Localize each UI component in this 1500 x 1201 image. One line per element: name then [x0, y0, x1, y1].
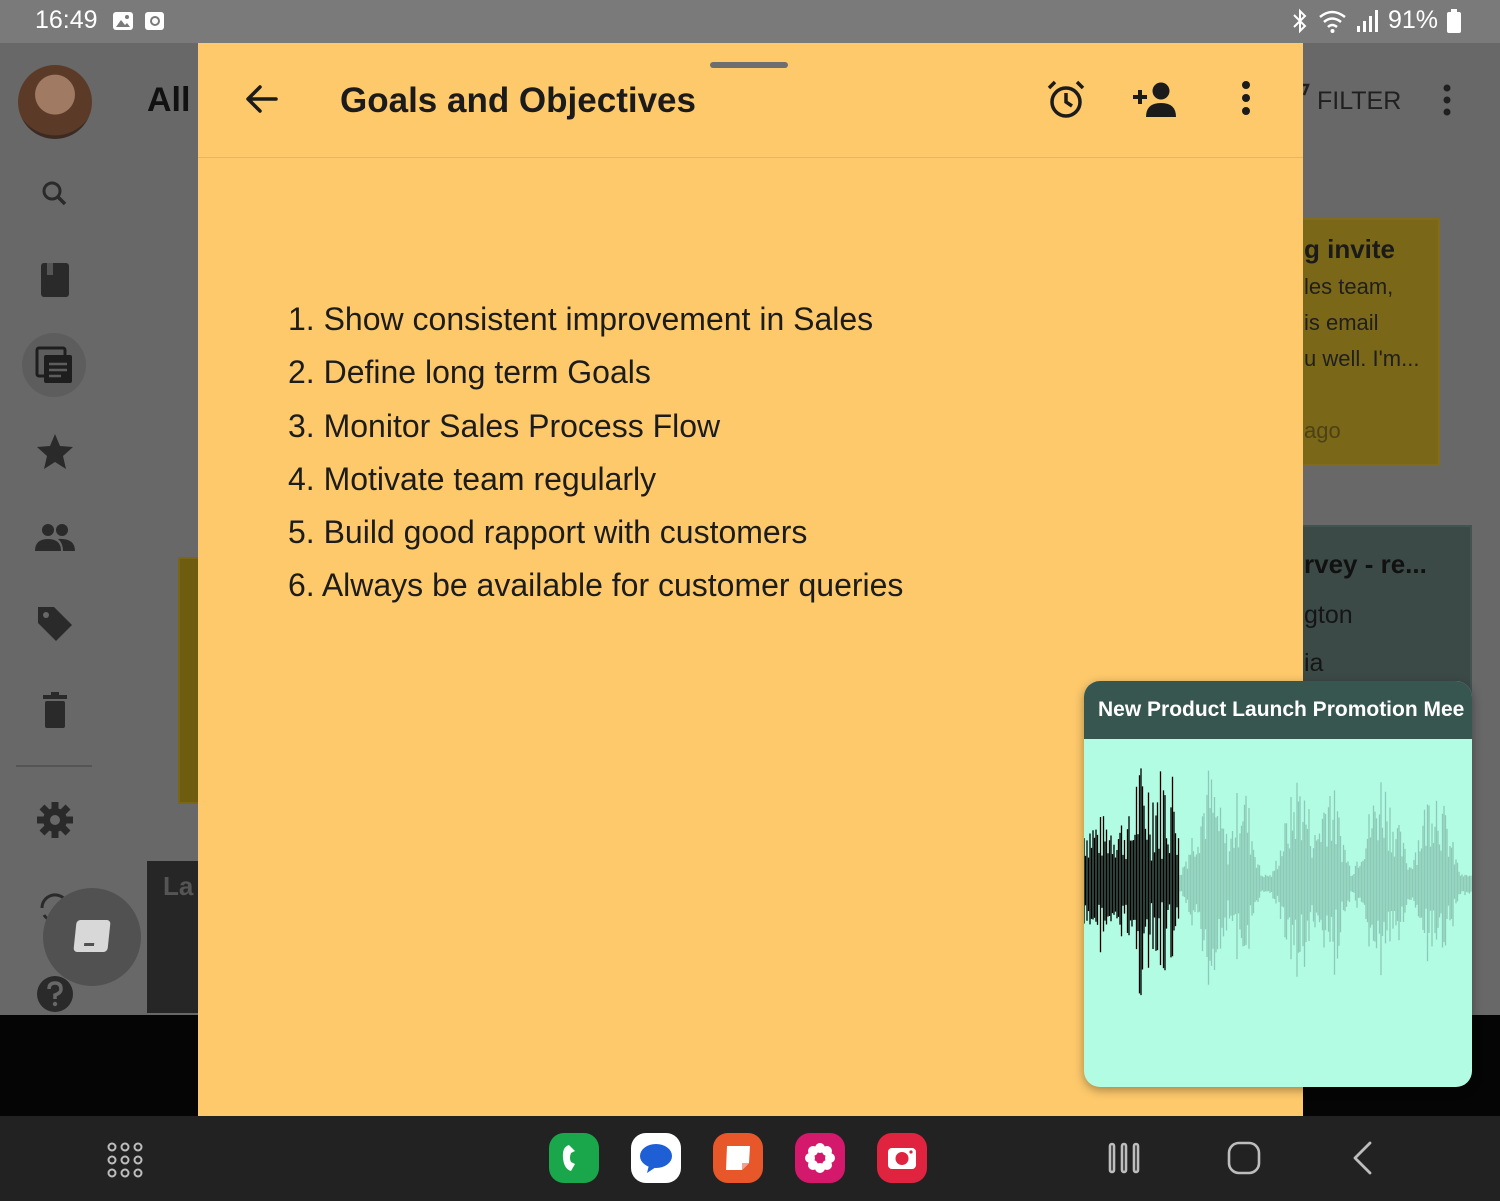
gallery-icon [113, 12, 133, 30]
search-icon[interactable] [34, 173, 76, 215]
notes-icon [726, 1146, 750, 1170]
signal-icon [1356, 9, 1378, 32]
note-body-list[interactable]: 1. Show consistent improvement in Sales … [288, 299, 903, 619]
note-title[interactable]: Goals and Objectives [340, 81, 696, 121]
people-icon[interactable] [34, 517, 76, 559]
all-notes-icon[interactable] [34, 345, 76, 387]
new-note-fab[interactable] [43, 888, 141, 986]
note-card-line: ia [1304, 649, 1324, 677]
notebook-icon[interactable] [34, 259, 76, 301]
star-icon[interactable] [34, 431, 76, 473]
battery-icon [1447, 8, 1461, 33]
back-icon[interactable] [1350, 1140, 1378, 1178]
note-card-invite[interactable]: g invite les team, is email u well. I'm.… [1290, 218, 1440, 466]
notes-app[interactable] [713, 1133, 763, 1183]
audio-header[interactable]: New Product Launch Promotion Mee [1084, 681, 1472, 739]
status-right: 91% [1290, 6, 1462, 35]
alarm-icon[interactable] [1045, 79, 1087, 121]
note-card-line: u well. I'm... [1304, 346, 1420, 371]
note-card-line: gton [1304, 601, 1353, 629]
audio-player-popup[interactable]: New Product Launch Promotion Mee [1084, 681, 1472, 1087]
note-card-title: rvey - re... [1304, 549, 1427, 579]
camera-app[interactable] [877, 1133, 927, 1183]
tag-icon[interactable] [34, 603, 76, 645]
note-card-left[interactable] [178, 557, 200, 804]
list-item: 3. Monitor Sales Process Flow [288, 407, 721, 444]
recents-icon[interactable] [1108, 1140, 1140, 1178]
trash-icon[interactable] [34, 689, 76, 731]
status-bar: 16:49 91% [0, 0, 1500, 43]
audio-title: New Product Launch Promotion Mee [1098, 698, 1465, 721]
note-card-title: La [163, 871, 194, 901]
gallery-app[interactable] [795, 1133, 845, 1183]
rail-divider [16, 765, 92, 767]
battery-percent: 91% [1387, 6, 1438, 34]
bluetooth-icon [1293, 8, 1307, 33]
list-item: 6. Always be available for customer quer… [288, 567, 904, 604]
back-arrow-icon[interactable] [242, 79, 282, 119]
note-card-line: les team, [1304, 274, 1394, 299]
list-item: 5. Build good rapport with customers [288, 514, 808, 551]
messages-icon [640, 1144, 672, 1173]
wifi-icon [1319, 10, 1346, 33]
screen-record-icon [145, 12, 164, 30]
note-card-time: ago [1304, 418, 1341, 443]
note-card-dark[interactable]: La [147, 861, 199, 1013]
app-drawer-icon[interactable] [106, 1141, 144, 1179]
page-title: All [147, 81, 191, 119]
nav-bar [0, 1116, 1500, 1201]
status-time: 16:49 [35, 6, 98, 34]
add-person-icon[interactable] [1130, 79, 1182, 121]
phone-icon [562, 1145, 575, 1171]
phone-app[interactable] [549, 1133, 599, 1183]
note-card-line: is email [1304, 310, 1379, 335]
list-item: 2. Define long term Goals [288, 354, 651, 391]
list-item: 1. Show consistent improvement in Sales [288, 301, 874, 337]
drag-handle[interactable] [710, 62, 788, 68]
avatar[interactable] [18, 65, 92, 139]
camera-icon [888, 1148, 916, 1169]
settings-icon[interactable] [34, 799, 76, 841]
new-note-icon [73, 920, 111, 952]
audio-waveform[interactable] [1084, 753, 1472, 1033]
filter-button[interactable]: FILTER [1317, 87, 1401, 116]
home-icon[interactable] [1226, 1140, 1262, 1178]
flower-icon [805, 1143, 835, 1173]
list-item: 4. Motivate team regularly [288, 460, 657, 497]
more-vert-icon[interactable] [1232, 79, 1260, 115]
messages-app[interactable] [631, 1133, 681, 1183]
note-card-title: g invite [1304, 234, 1396, 264]
more-vert-icon[interactable] [1434, 83, 1460, 117]
note-header: Goals and Objectives [198, 43, 1303, 158]
